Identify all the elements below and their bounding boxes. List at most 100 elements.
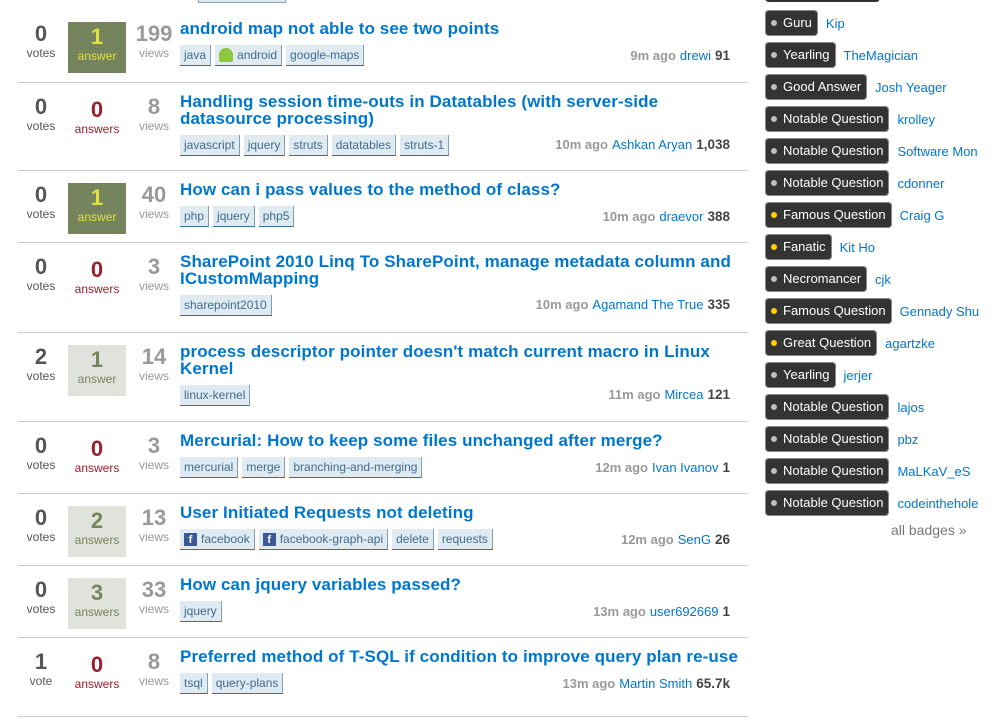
badge-user-link[interactable]: Josh Yeager xyxy=(875,80,947,95)
badge-user-link[interactable]: Craig G xyxy=(900,208,945,223)
badge-user-link[interactable]: agartzke xyxy=(885,336,935,351)
badge-notable-question[interactable]: Notable Question xyxy=(765,394,890,420)
tag-label: sharepoint2010 xyxy=(184,298,267,312)
tag-datatables[interactable]: datatables xyxy=(331,135,397,156)
vote-label: votes xyxy=(26,279,56,293)
user-link[interactable]: Mircea xyxy=(664,387,703,402)
user-link[interactable]: draevor xyxy=(659,209,703,224)
user-link[interactable]: Martin Smith xyxy=(619,676,692,691)
tag-jquery[interactable]: jquery xyxy=(180,601,222,622)
tag-jquery[interactable]: jquery xyxy=(213,206,255,227)
badge-famous-question[interactable]: Famous Question xyxy=(765,202,892,228)
badge-user-link[interactable]: Kip xyxy=(826,16,845,31)
view-number: 14 xyxy=(141,344,167,369)
question-title-link[interactable]: User Initiated Requests not deleting xyxy=(180,504,740,521)
badge-user-link[interactable]: MaLKaV_eS xyxy=(897,464,970,479)
question-title-link[interactable]: process descriptor pointer doesn't match… xyxy=(180,343,740,377)
answer-number: 1 xyxy=(90,185,104,210)
badge-user-link[interactable]: jerjer xyxy=(844,368,873,383)
answer-label: answers xyxy=(74,122,120,136)
answer-number: 0 xyxy=(90,436,104,461)
vote-count: 0 votes xyxy=(17,255,65,303)
badge-user-link[interactable]: Kit Ho xyxy=(840,240,875,255)
tag-label: delete xyxy=(396,532,429,546)
silver-badge-dot-icon xyxy=(771,276,777,282)
badge-user-link[interactable]: cdonner xyxy=(897,176,944,191)
tag-java[interactable]: java xyxy=(180,45,212,66)
tag-php5[interactable]: php5 xyxy=(258,206,295,227)
badge-guru[interactable]: Guru xyxy=(765,10,818,36)
badge-notable-question[interactable]: Notable Question xyxy=(765,106,890,132)
badge-fanatic[interactable]: Fanatic xyxy=(765,234,832,260)
user-link[interactable]: SenG xyxy=(678,532,711,547)
question-title-link[interactable]: How can i pass values to the method of c… xyxy=(180,181,740,198)
tag-linux-kernel[interactable]: linux-kernel xyxy=(180,385,251,406)
all-badges-link[interactable]: all badges » xyxy=(891,522,967,538)
tag-facebook[interactable]: f facebook xyxy=(180,529,255,550)
tag-label: linux-kernel xyxy=(184,388,246,402)
badge-user-link[interactable]: lajos xyxy=(897,400,924,415)
user-link[interactable]: Agamand The True xyxy=(592,297,703,312)
tag-facebook-graph-api[interactable]: f facebook-graph-api xyxy=(258,529,389,550)
reputation-score: 1 xyxy=(722,604,730,619)
tag-requests[interactable]: requests xyxy=(437,529,493,550)
vote-count: 0 votes xyxy=(17,506,65,554)
tag-label: requests xyxy=(441,532,488,546)
badge-notable-question[interactable]: Notable Question xyxy=(765,458,890,484)
user-link[interactable]: user692669 xyxy=(650,604,719,619)
tag-query-plans[interactable]: query-plans xyxy=(211,673,284,694)
reputation-score: 1 xyxy=(722,460,730,475)
silver-badge-dot-icon xyxy=(771,436,777,442)
silver-badge-dot-icon xyxy=(771,468,777,474)
tag-merge[interactable]: merge xyxy=(242,457,286,478)
badge-notable-question[interactable]: Notable Question xyxy=(765,170,890,196)
badge-notable-question[interactable]: Notable Question xyxy=(765,426,890,452)
tag-branching-and-merging[interactable]: branching-and-merging xyxy=(289,457,423,478)
badge-row: Famous Question Craig G xyxy=(765,202,944,228)
badge-user-link[interactable]: Software Mon xyxy=(897,144,977,159)
tag-javascript[interactable]: javascript xyxy=(180,135,240,156)
question-title-link[interactable]: Handling session time-outs in Datatables… xyxy=(180,93,740,127)
question-title-link[interactable]: How can jquery variables passed? xyxy=(180,576,740,593)
tag-tsql[interactable]: tsql xyxy=(180,673,208,694)
tag-android[interactable]: android xyxy=(215,45,283,66)
badge-user-link[interactable]: Gennady Shu xyxy=(900,304,980,319)
question-title-link[interactable]: Mercurial: How to keep some files unchan… xyxy=(180,432,740,449)
badge-yearling[interactable]: Yearling xyxy=(765,42,836,68)
answer-number: 0 xyxy=(90,97,104,122)
view-number: 13 xyxy=(141,505,167,530)
question-title-link[interactable]: Preferred method of T-SQL if condition t… xyxy=(180,648,740,665)
vote-count: 0 votes xyxy=(17,183,65,231)
question-title-link[interactable]: android map not able to see two points xyxy=(180,20,740,37)
tag-struts-1[interactable]: struts-1 xyxy=(400,135,450,156)
tag-sharepoint2010[interactable]: sharepoint2010 xyxy=(180,295,272,316)
badge-notable-question[interactable]: Notable Question xyxy=(765,138,890,164)
android-icon xyxy=(219,48,234,62)
tag-php[interactable]: php xyxy=(180,206,210,227)
view-number: 8 xyxy=(147,94,161,119)
tag-jquery[interactable]: jquery xyxy=(243,135,286,156)
answer-number: 3 xyxy=(90,580,104,605)
badge-good-answer[interactable]: Good Answer xyxy=(765,74,868,100)
badge-name: Notable Question xyxy=(783,143,884,158)
question-title-link[interactable]: SharePoint 2010 Linq To SharePoint, mana… xyxy=(180,253,740,287)
vote-label: votes xyxy=(26,46,56,60)
user-link[interactable]: drewi xyxy=(680,48,711,63)
badge-famous-question[interactable]: Famous Question xyxy=(765,298,892,324)
user-link[interactable]: Ivan Ivanov xyxy=(652,460,719,475)
badge-user-link[interactable]: codeinthehole xyxy=(897,496,978,511)
badge-user-link[interactable]: cjk xyxy=(875,272,891,287)
badge-great-question[interactable]: Great Question xyxy=(765,330,878,356)
tag-mercurial[interactable]: mercurial xyxy=(180,457,239,478)
tag-delete[interactable]: delete xyxy=(392,529,434,550)
tag-google-maps[interactable]: google-maps xyxy=(286,45,365,66)
badge-user-link[interactable]: TheMagician xyxy=(844,48,918,63)
tag-struts[interactable]: struts xyxy=(289,135,328,156)
badge-yearling[interactable]: Yearling xyxy=(765,362,836,388)
badge-user-link[interactable]: pbz xyxy=(897,432,918,447)
badge-user-link[interactable]: krolley xyxy=(897,112,935,127)
badge-notable-question[interactable]: Notable Question xyxy=(765,490,890,516)
reputation-score: 65.7k xyxy=(696,676,730,691)
user-link[interactable]: Ashkan Aryan xyxy=(612,137,692,152)
badge-necromancer[interactable]: Necromancer xyxy=(765,266,868,292)
